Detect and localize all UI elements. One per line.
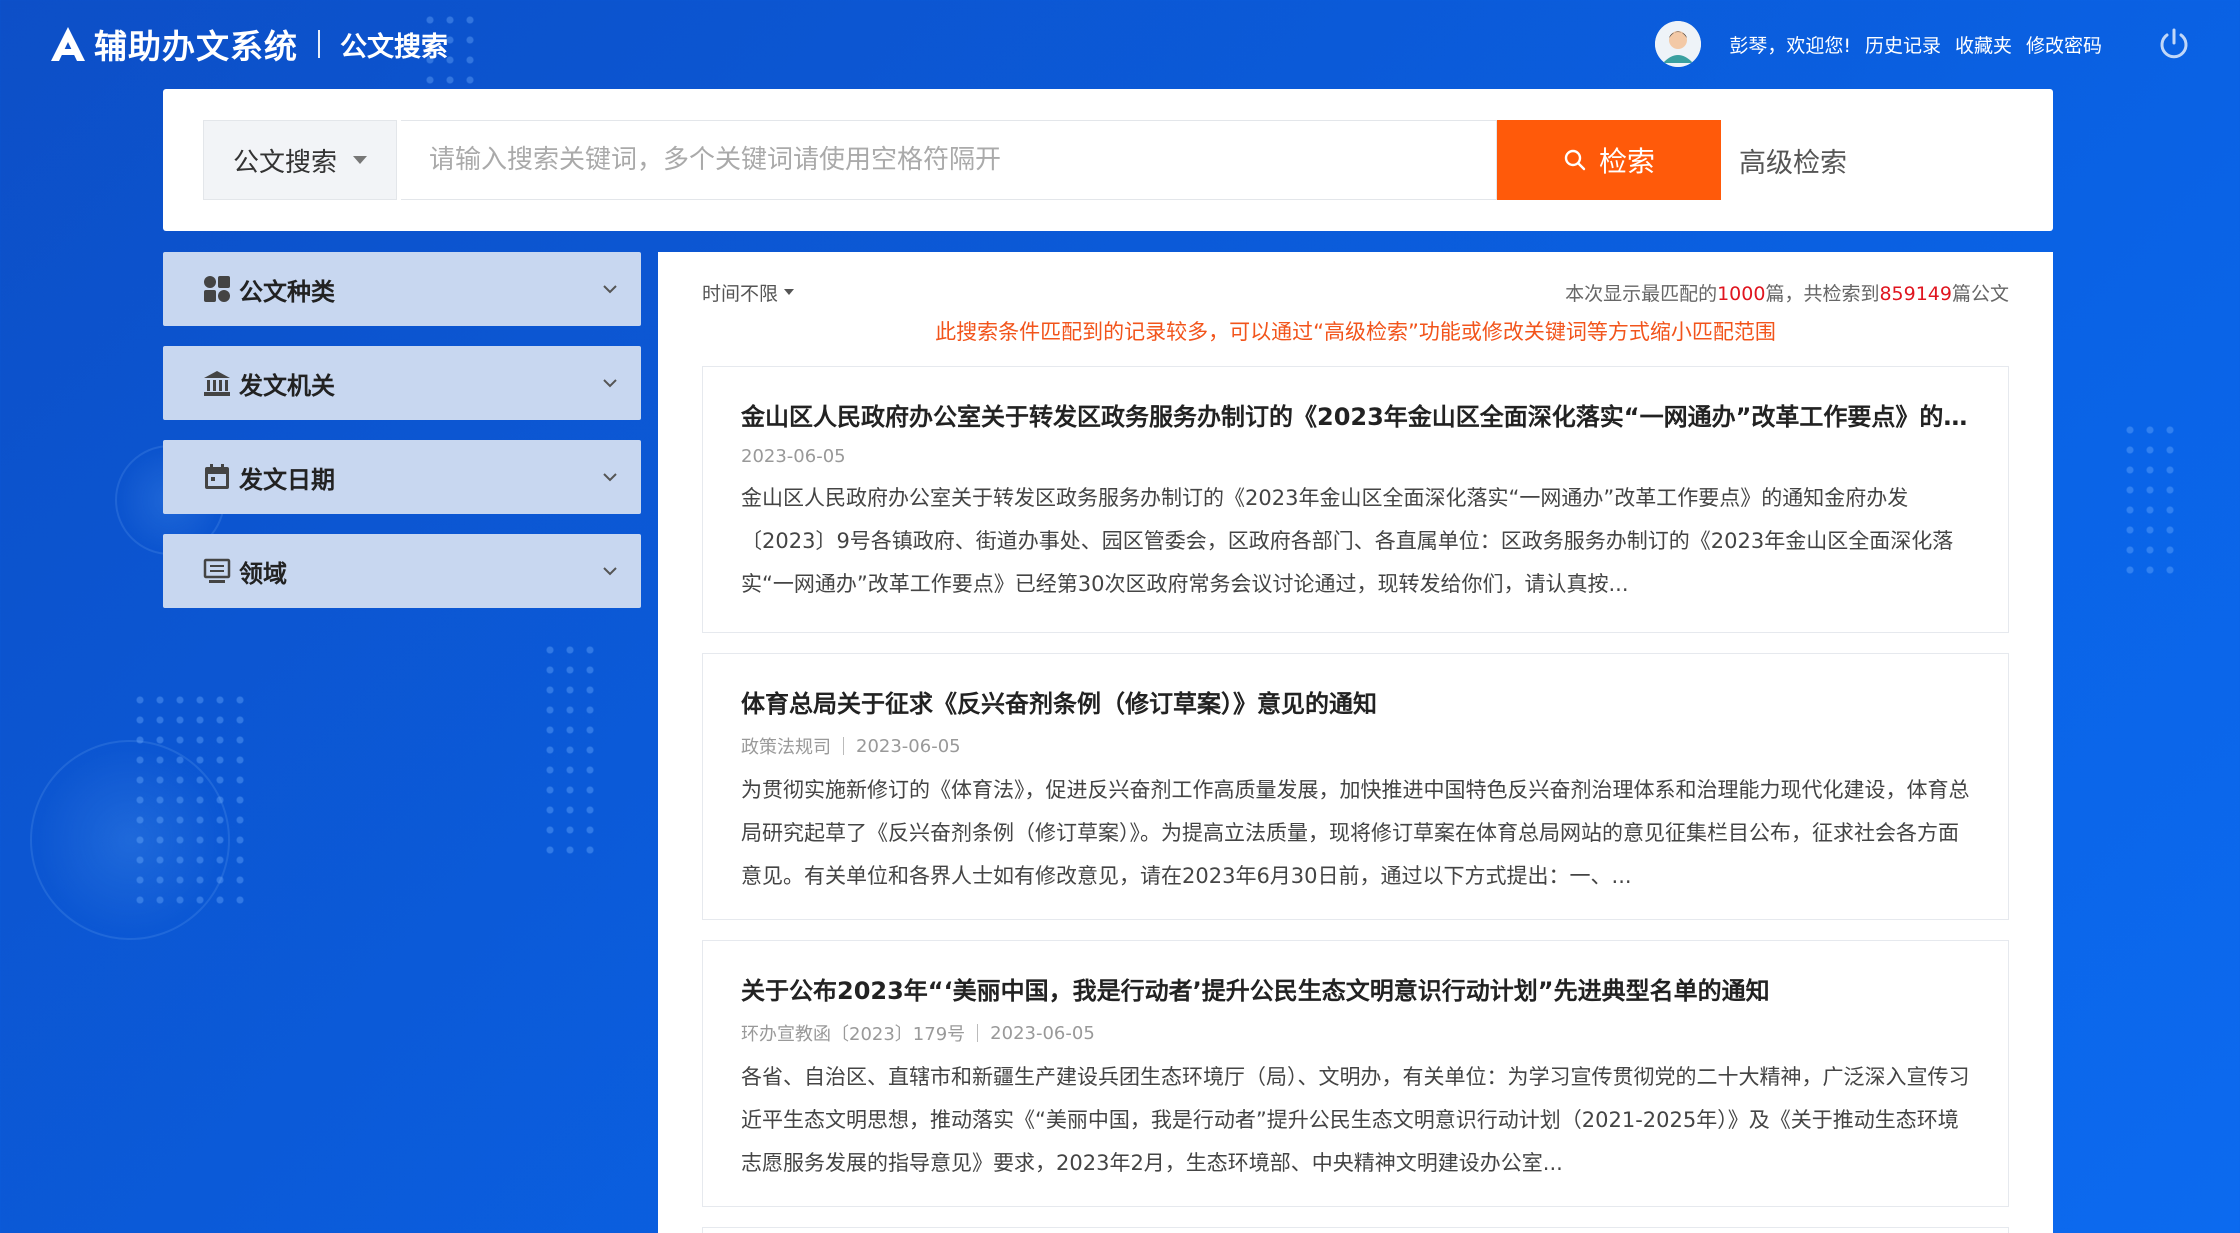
search-icon (1564, 149, 1586, 171)
result-title[interactable]: 关于公布2023年“‘美丽中国，我是行动者’提升公民生态文明意识行动计划”先进典… (741, 971, 1970, 1006)
filter-doc-type[interactable]: 公文种类 (163, 252, 641, 326)
chevron-down-icon (603, 567, 617, 576)
logo-divider (318, 30, 320, 58)
meta-divider (843, 737, 844, 755)
app-logo[interactable]: 辅助办文系统 公文搜索 (48, 20, 448, 68)
filter-label: 领域 (239, 559, 287, 588)
search-button-label: 检索 (1598, 145, 1655, 178)
total-count: 859149 (1879, 282, 1952, 305)
result-date: 2023-06-05 (990, 1022, 1095, 1044)
caret-down-icon (784, 289, 795, 295)
app-title: 辅助办文系统 (94, 27, 298, 66)
history-link[interactable]: 历史记录 (1865, 31, 1941, 58)
user-avatar-icon (1655, 21, 1702, 67)
result-category: 政策法规司 (741, 737, 831, 758)
logo-a-icon (51, 27, 85, 61)
user-area: 彭琴，欢迎您! 历史记录 收藏夹 修改密码 (1655, 21, 2192, 67)
chevron-down-icon (603, 285, 617, 294)
search-button[interactable]: 检索 (1497, 120, 1721, 200)
count-mid: 篇，共检索到 (1765, 282, 1880, 305)
filter-label: 发文日期 (239, 465, 335, 494)
result-title[interactable]: 体育总局关于征求《反兴奋剂条例（修订草案）》意见的通知 (741, 684, 1970, 719)
result-card (702, 1227, 2009, 1233)
result-summary: 为贯彻实施新修订的《体育法》，促进反兴奋剂工作高质量发展，加快推进中国特色反兴奋… (741, 778, 1970, 888)
result-meta: 环办宣教函〔2023〕179号 2023-06-05 (741, 1020, 1970, 1046)
time-filter-label: 时间不限 (702, 282, 779, 305)
filter-issue-date[interactable]: 发文日期 (163, 440, 641, 514)
advanced-search-link[interactable]: 高级检索 (1739, 141, 1847, 180)
result-meta: 政策法规司 2023-06-05 (741, 733, 1970, 759)
shown-count: 1000 (1717, 282, 1766, 305)
monitor-icon (203, 558, 231, 583)
favorites-link[interactable]: 收藏夹 (1955, 31, 2012, 58)
result-title[interactable]: 金山区人民政府办公室关于转发区政务服务办制订的《2023年金山区全面深化落实“一… (741, 397, 1970, 432)
top-header: 辅助办文系统 公文搜索 彭琴，欢迎您! 历史记录 收藏夹 修改密码 (0, 0, 2240, 88)
caret-down-icon (353, 156, 367, 164)
result-card: 金山区人民政府办公室关于转发区政务服务办制订的《2023年金山区全面深化落实“一… (702, 366, 2009, 633)
result-summary: 金山区人民政府办公室关于转发区政务服务办制订的《2023年金山区全面深化落实“一… (741, 486, 1954, 596)
search-type-label: 公文搜索 (232, 147, 337, 178)
change-password-link[interactable]: 修改密码 (2026, 31, 2102, 58)
meta-divider (977, 1024, 979, 1042)
result-card: 体育总局关于征求《反兴奋剂条例（修订草案）》意见的通知 政策法规司 2023-0… (702, 653, 2009, 920)
search-panel: 公文搜索 检索 高级检索 (163, 89, 2053, 231)
welcome-text: 彭琴，欢迎您! (1729, 34, 1851, 57)
chevron-down-icon (603, 473, 617, 482)
app-subtitle: 公文搜索 (340, 31, 448, 63)
result-card: 关于公布2023年“‘美丽中国，我是行动者’提升公民生态文明意识行动计划”先进典… (702, 940, 2009, 1207)
result-notice: 此搜索条件匹配到的记录较多，可以通过“高级检索”功能或修改关键词等方式缩小匹配范… (935, 320, 1776, 344)
category-icon (204, 276, 230, 302)
filter-field[interactable]: 领域 (163, 534, 641, 608)
search-type-select[interactable]: 公文搜索 (203, 120, 397, 200)
result-count: 本次显示最匹配的1000篇，共检索到859149篇公文 (1565, 279, 2009, 306)
filter-label: 发文机关 (239, 371, 335, 400)
search-input[interactable] (401, 120, 1497, 200)
filter-label: 公文种类 (239, 277, 335, 306)
bank-icon (204, 371, 230, 396)
result-summary: 各省、自治区、直辖市和新疆生产建设兵团生态环境厅（局）、文明办，有关单位：为学习… (741, 1065, 1970, 1175)
count-suffix: 篇公文 (1951, 282, 2009, 305)
chevron-down-icon (603, 379, 617, 388)
result-category: 环办宣教函〔2023〕179号 (741, 1024, 966, 1045)
time-filter-dropdown[interactable]: 时间不限 (702, 279, 795, 306)
result-date: 2023-06-05 (856, 735, 961, 757)
result-meta: 2023-06-05 (741, 446, 1970, 467)
filter-issuing-org[interactable]: 发文机关 (163, 346, 641, 420)
calendar-icon (205, 464, 229, 489)
power-icon[interactable] (2156, 26, 2192, 62)
count-prefix: 本次显示最匹配的 (1565, 282, 1718, 305)
results-panel: 时间不限 本次显示最匹配的1000篇，共检索到859149篇公文 此搜索条件匹配… (658, 252, 2053, 1233)
avatar[interactable] (1655, 21, 1702, 67)
result-date: 2023-06-05 (741, 446, 846, 467)
filter-sidebar: 公文种类 发文机关 发文日期 领域 (163, 252, 641, 628)
